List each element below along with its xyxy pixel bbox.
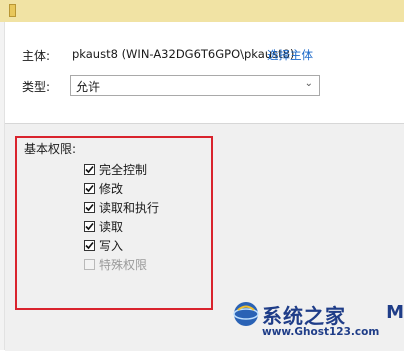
permission-read-execute[interactable]: 读取和执行 — [84, 199, 159, 215]
checkbox-read[interactable] — [84, 220, 95, 232]
permission-label: 读取和执行 — [99, 200, 160, 215]
checkbox-write[interactable] — [84, 239, 95, 251]
permission-label: 完全控制 — [99, 162, 148, 177]
type-dropdown[interactable]: 允许 ⌄ — [70, 75, 320, 96]
permission-write[interactable]: 写入 — [84, 237, 123, 253]
checkmark-icon — [85, 184, 94, 192]
globe-logo-icon — [233, 302, 259, 326]
checkmark-icon — [85, 222, 94, 230]
select-principal-link[interactable]: 选择主体 — [267, 47, 313, 63]
checkmark-icon — [85, 241, 94, 249]
permission-label: 读取 — [99, 219, 124, 234]
permission-label: 修改 — [99, 181, 124, 196]
permission-special: 特殊权限 — [84, 256, 147, 272]
checkbox-modify[interactable] — [84, 182, 95, 194]
watermark-title: 系统之家 — [262, 304, 346, 328]
checkbox-full-control[interactable] — [84, 163, 95, 175]
checkbox-read-execute[interactable] — [84, 201, 95, 213]
principal-panel — [5, 22, 404, 122]
principal-label: 主体: — [22, 49, 51, 63]
checkmark-icon — [85, 165, 94, 173]
checkbox-special-permissions — [84, 258, 95, 270]
permission-read[interactable]: 读取 — [84, 218, 123, 234]
basic-permissions-title: 基本权限: — [24, 142, 77, 156]
permission-label: 写入 — [99, 238, 124, 253]
folder-icon — [9, 4, 16, 17]
type-dropdown-value: 允许 — [76, 80, 101, 94]
permission-full-control[interactable]: 完全控制 — [84, 161, 147, 177]
window-titlebar — [0, 0, 404, 22]
watermark: 系统之家 www.Ghost123.com M — [232, 292, 404, 346]
permission-modify[interactable]: 修改 — [84, 180, 123, 196]
checkmark-icon — [85, 203, 94, 211]
principal-value: pkaust8 (WIN-A32DG6T6GPO\pkaust8) — [72, 47, 295, 61]
permission-label: 特殊权限 — [99, 257, 148, 272]
chevron-down-icon: ⌄ — [304, 78, 313, 89]
watermark-url: www.Ghost123.com — [262, 326, 380, 338]
type-label: 类型: — [22, 80, 51, 94]
watermark-extra: M — [386, 302, 404, 323]
